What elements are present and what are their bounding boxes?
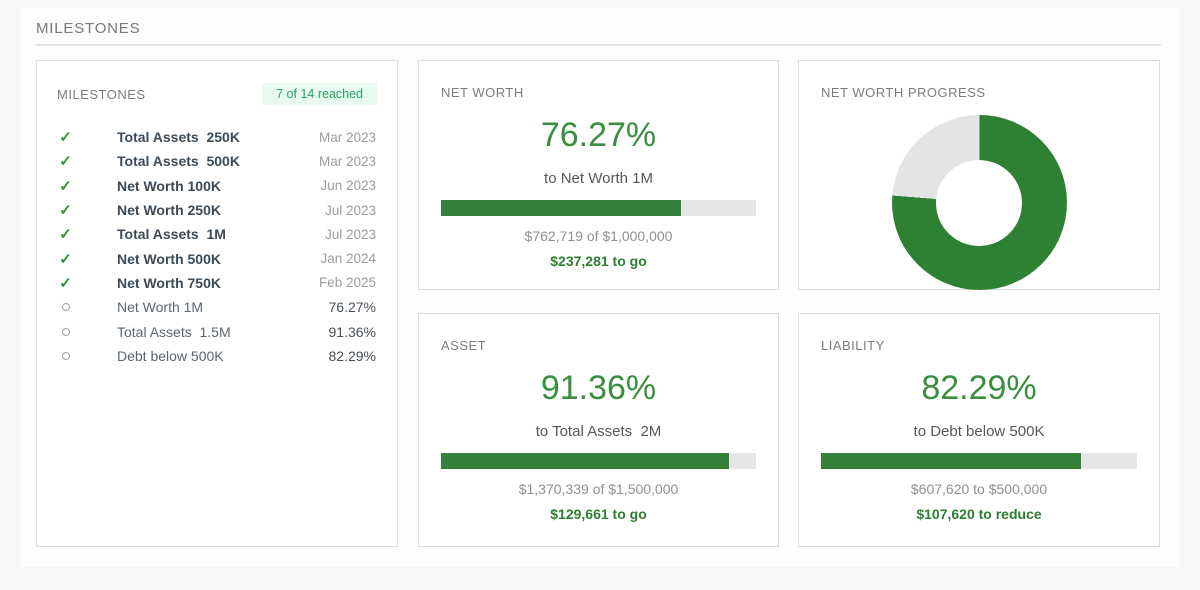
milestone-list: ✓ Total Assets 250K Mar 2023 ✓ Total Assets … — [37, 125, 397, 368]
milestone-value: Jan 2024 — [320, 251, 376, 266]
milestone-row: Debt below 500K 82.29% — [37, 344, 397, 368]
asset-progress-fill — [441, 453, 729, 469]
asset-progress-bar — [441, 453, 756, 469]
circle-icon — [59, 328, 72, 336]
milestone-value: Jun 2023 — [320, 178, 376, 193]
milestones-card-title: MILESTONES — [57, 87, 146, 102]
milestone-value: 82.29% — [329, 348, 376, 364]
milestone-label: Total Assets 1.5M — [117, 324, 231, 340]
milestone-row: ✓ Total Assets 1M Jul 2023 — [37, 222, 397, 246]
liability-subtitle: to Debt below 500K — [799, 423, 1159, 440]
net-worth-remaining: $237,281 to go — [419, 253, 778, 269]
milestone-row: ✓ Net Worth 750K Feb 2025 — [37, 271, 397, 295]
milestone-label: Net Worth 1M — [117, 299, 203, 315]
circle-icon — [59, 352, 72, 360]
milestone-label: Total Assets 500K — [117, 153, 240, 169]
net-worth-progress-fill — [441, 200, 681, 216]
net-worth-donut-chart — [892, 115, 1067, 290]
check-icon: ✓ — [59, 177, 72, 195]
milestones-card: MILESTONES 7 of 14 reached ✓ Total Assets… — [36, 60, 398, 547]
check-icon: ✓ — [59, 128, 72, 146]
milestones-card-header: MILESTONES 7 of 14 reached — [37, 61, 397, 105]
milestone-value: Mar 2023 — [319, 130, 376, 145]
check-icon: ✓ — [59, 274, 72, 292]
circle-icon — [59, 303, 72, 311]
liability-card-title: LIABILITY — [799, 314, 1159, 353]
milestone-value: Jul 2023 — [325, 227, 376, 242]
liability-progress-fill — [821, 453, 1081, 469]
liability-remaining: $107,620 to reduce — [799, 506, 1159, 522]
asset-remaining: $129,661 to go — [419, 506, 778, 522]
asset-percent: 91.36% — [419, 369, 778, 408]
asset-subtitle: to Total Assets 2M — [419, 423, 778, 440]
milestone-label: Total Assets 250K — [117, 129, 240, 145]
milestone-row: ✓ Net Worth 100K Jun 2023 — [37, 174, 397, 198]
net-worth-card: NET WORTH 76.27% to Net Worth 1M $762,71… — [418, 60, 779, 290]
milestones-reached-badge: 7 of 14 reached — [262, 83, 377, 105]
milestone-value: Mar 2023 — [319, 154, 376, 169]
net-worth-card-title: NET WORTH — [419, 61, 778, 100]
liability-progress-bar — [821, 453, 1137, 469]
milestone-row: ✓ Total Assets 250K Mar 2023 — [37, 125, 397, 149]
milestone-value: 76.27% — [329, 299, 376, 315]
asset-card: ASSET 91.36% to Total Assets 2M $1,370,3… — [418, 313, 779, 547]
check-icon: ✓ — [59, 250, 72, 268]
milestone-row: ✓ Net Worth 250K Jul 2023 — [37, 198, 397, 222]
main-content: MILESTONES MILESTONES 7 of 14 reached ✓ T… — [20, 8, 1180, 567]
milestone-value: Feb 2025 — [319, 275, 376, 290]
asset-card-title: ASSET — [419, 314, 778, 353]
milestone-row: Net Worth 1M 76.27% — [37, 295, 397, 319]
milestone-value: Jul 2023 — [325, 203, 376, 218]
liability-percent: 82.29% — [799, 369, 1159, 408]
net-worth-progress-title: NET WORTH PROGRESS — [799, 61, 1159, 100]
milestone-label: Total Assets 1M — [117, 226, 226, 242]
donut-chart-wrap — [799, 115, 1159, 290]
check-icon: ✓ — [59, 225, 72, 243]
check-icon: ✓ — [59, 201, 72, 219]
milestone-label: Net Worth 500K — [117, 251, 221, 267]
net-worth-progress-bar — [441, 200, 756, 216]
milestone-row: ✓ Total Assets 500K Mar 2023 — [37, 149, 397, 173]
page-title: MILESTONES — [36, 20, 140, 37]
net-worth-progress-card: NET WORTH PROGRESS — [798, 60, 1160, 290]
net-worth-subtitle: to Net Worth 1M — [419, 170, 778, 187]
liability-card: LIABILITY 82.29% to Debt below 500K $607… — [798, 313, 1160, 547]
header-divider — [36, 44, 1161, 46]
check-icon: ✓ — [59, 152, 72, 170]
net-worth-percent: 76.27% — [419, 116, 778, 155]
liability-amounts: $607,620 to $500,000 — [799, 481, 1159, 497]
milestone-label: Net Worth 100K — [117, 178, 221, 194]
milestone-value: 91.36% — [329, 324, 376, 340]
milestone-row: ✓ Net Worth 500K Jan 2024 — [37, 246, 397, 270]
asset-amounts: $1,370,339 of $1,500,000 — [419, 481, 778, 497]
net-worth-amounts: $762,719 of $1,000,000 — [419, 228, 778, 244]
milestone-label: Net Worth 250K — [117, 202, 221, 218]
milestone-row: Total Assets 1.5M 91.36% — [37, 319, 397, 343]
milestone-label: Net Worth 750K — [117, 275, 221, 291]
milestone-label: Debt below 500K — [117, 348, 224, 364]
